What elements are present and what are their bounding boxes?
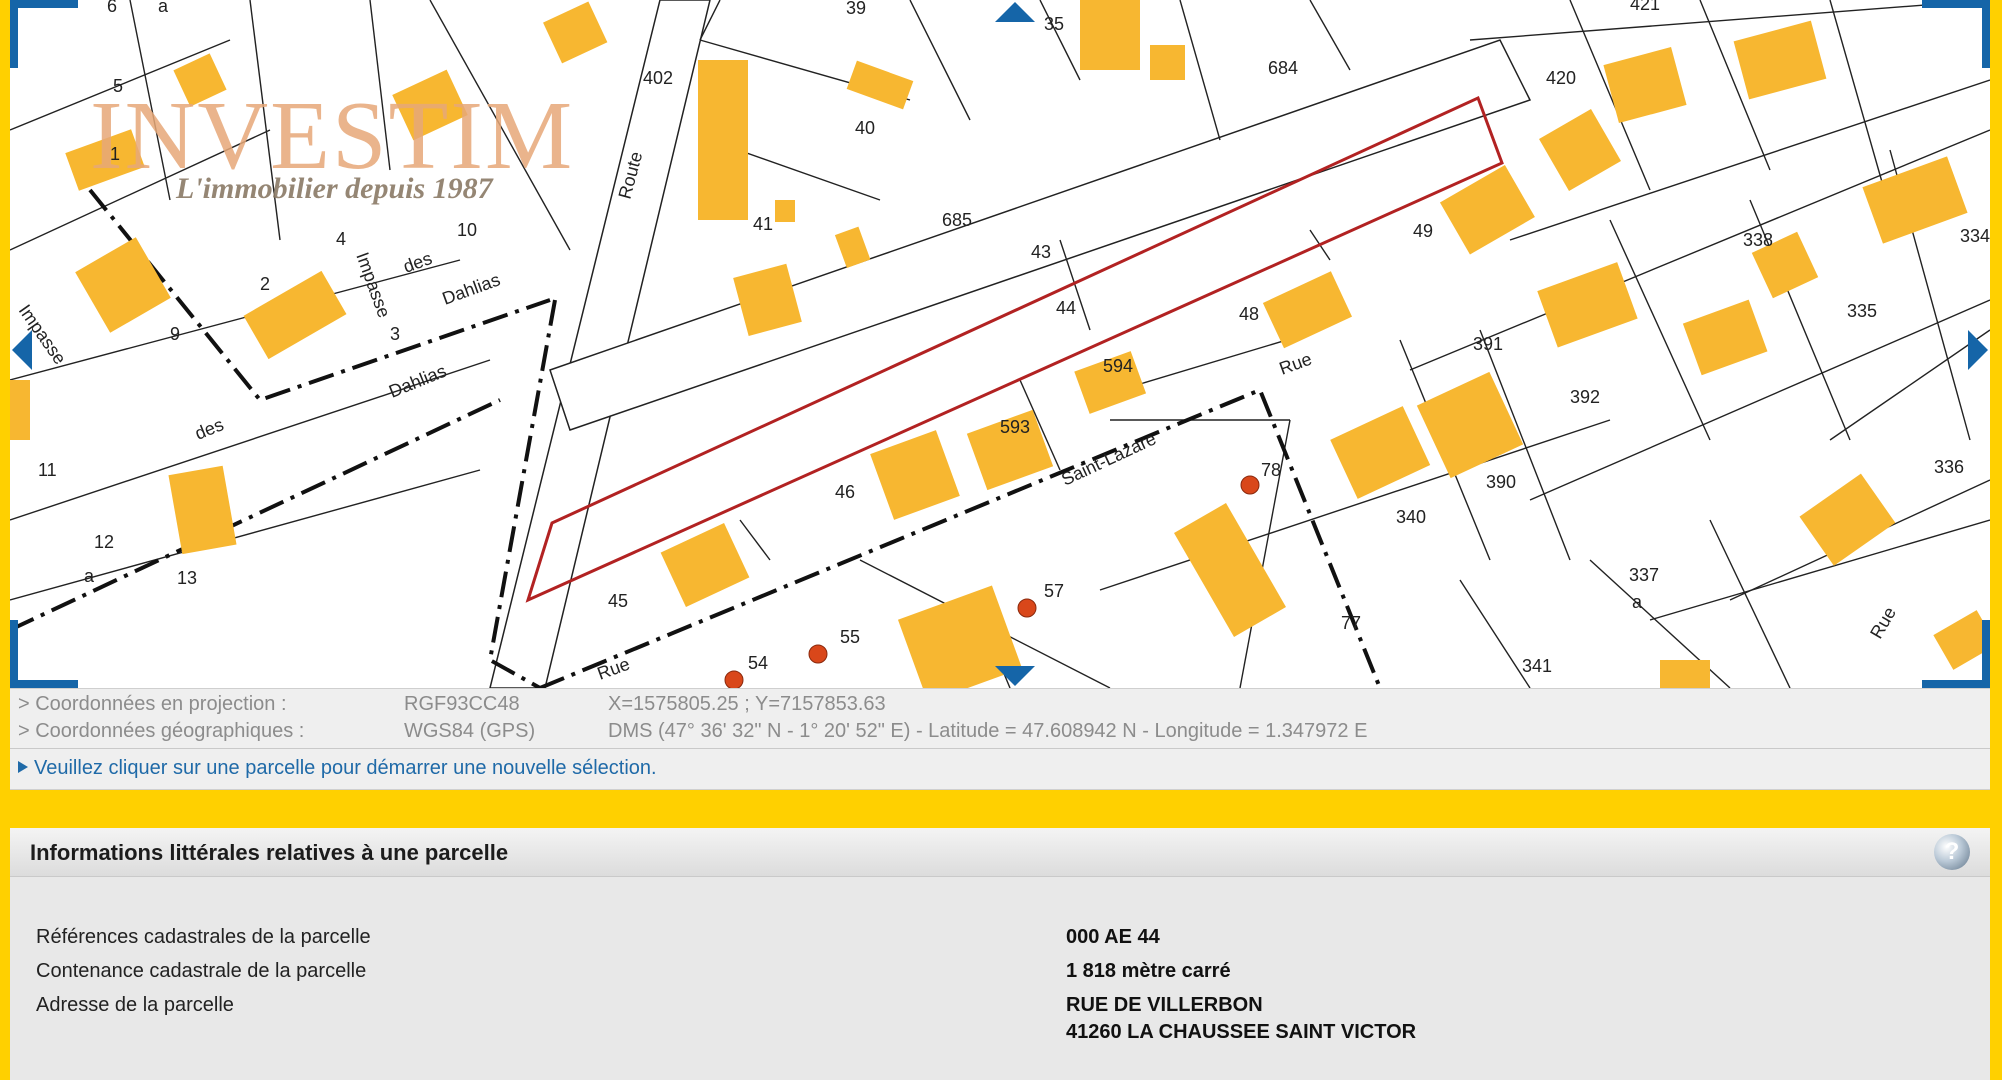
parcel-label: 44	[1056, 298, 1076, 318]
street-label: Dahlias	[386, 361, 449, 402]
parcel-label: 421	[1630, 0, 1660, 14]
geographic-label: > Coordonnées géographiques :	[18, 720, 305, 742]
parcel-label: 12	[94, 532, 114, 552]
parcel-label: 402	[643, 68, 673, 88]
road-areas	[489, 0, 1532, 688]
corner-top-left-icon	[10, 0, 78, 68]
street-label: Dahlias	[440, 269, 503, 308]
coordinates-panel: > Coordonnées en projection : RGF93CC48 …	[10, 688, 1990, 790]
parcel-label: 46	[835, 482, 855, 502]
chevron-right-icon[interactable]	[1968, 330, 1988, 370]
area-label: Contenance cadastrale de la parcelle	[36, 960, 367, 982]
parcel-label: 78	[1261, 460, 1281, 480]
street-label: Impasse	[352, 250, 394, 321]
parcel-label: 685	[942, 210, 972, 230]
logo-tagline: L'immobilier depuis 1987	[176, 172, 493, 205]
parcel-label: 45	[608, 591, 628, 611]
projection-value: X=1575805.25 ; Y=7157853.63	[608, 693, 886, 715]
street-label: des	[192, 414, 226, 443]
parcel-label: 336	[1934, 457, 1964, 477]
parcel-label: 10	[457, 220, 477, 240]
parcel-label: 593	[1000, 417, 1030, 437]
parcel-label: 391	[1473, 334, 1503, 354]
parcel-label: 6	[107, 0, 117, 16]
parcel-label: 43	[1031, 242, 1051, 262]
cadastral-map[interactable]: 6 a 5 1 39 35 421 402 684 420 40 41 685 43 10 4 2 9 3 44 49 3…	[10, 0, 1990, 688]
corner-bottom-left-icon	[10, 620, 78, 688]
parcel-label: 57	[1044, 581, 1064, 601]
parcel-label: 49	[1413, 221, 1433, 241]
street-label: Rue	[1277, 349, 1315, 379]
page-frame: 6 a 5 1 39 35 421 402 684 420 40 41 685 43 10 4 2 9 3 44 49 3…	[0, 0, 2002, 1080]
parcel-label: 341	[1522, 656, 1552, 676]
parcel-label: 335	[1847, 301, 1877, 321]
parcel-label: 3	[390, 324, 400, 344]
new-selection-link[interactable]: Veuillez cliquer sur une parcelle pour d…	[18, 757, 657, 780]
street-label: Rue	[595, 654, 633, 684]
geographic-value: DMS (47° 36' 32" N - 1° 20' 52" E) - Lat…	[608, 720, 1368, 742]
parcel-label: 337	[1629, 565, 1659, 585]
commune-boundary	[10, 188, 1382, 688]
parcel-label: a	[84, 566, 95, 586]
area-value: 1 818 mètre carré	[1066, 960, 1231, 982]
parcel-label: 392	[1570, 387, 1600, 407]
parcel-label: 77	[1341, 613, 1361, 633]
parcel-label: 35	[1044, 14, 1064, 34]
parcel-label: 40	[855, 118, 875, 138]
parcel-label: 55	[840, 627, 860, 647]
new-selection-text: Veuillez cliquer sur une parcelle pour d…	[34, 757, 657, 779]
parcel-label: 9	[170, 324, 180, 344]
help-icon[interactable]: ?	[1934, 834, 1970, 870]
corner-top-right-icon	[1922, 0, 1990, 68]
parcel-label: 594	[1103, 356, 1133, 376]
chevron-left-icon[interactable]	[12, 330, 32, 370]
parcel-label: 13	[177, 568, 197, 588]
cadastral-ref-value: 000 AE 44	[1066, 926, 1160, 948]
parcel-label: 2	[260, 274, 270, 294]
parcel-label: 4	[336, 229, 346, 249]
chevron-up-icon[interactable]	[995, 2, 1035, 22]
parcel-label: 420	[1546, 68, 1576, 88]
parcel-label: 340	[1396, 507, 1426, 527]
divider	[10, 748, 1990, 749]
corner-bottom-right-icon	[1922, 620, 1990, 688]
address-label: Adresse de la parcelle	[36, 994, 234, 1016]
geographic-system: WGS84 (GPS)	[404, 720, 536, 742]
parcel-label: 39	[846, 0, 866, 18]
logo: INVESTIM L'immobilier depuis 1987	[10, 60, 572, 220]
projection-label: > Coordonnées en projection :	[18, 693, 287, 715]
parcel-label: a	[1632, 592, 1643, 612]
address-line2: 41260 LA CHAUSSEE SAINT VICTOR	[1066, 1021, 1417, 1043]
parcel-label: 338	[1743, 230, 1773, 250]
parcel-info-panel: Informations littérales relatives à une …	[10, 828, 1990, 1080]
parcel-label: 334	[1960, 226, 1990, 246]
panel-header: Informations littérales relatives à une …	[10, 828, 1990, 877]
parcel-label: 390	[1486, 472, 1516, 492]
parcel-label: 11	[38, 460, 57, 480]
street-label: Saint-Lazare	[1058, 428, 1159, 489]
parcel-label: a	[158, 0, 169, 16]
play-icon	[18, 761, 28, 773]
parcel-label: 41	[753, 214, 773, 234]
cadastral-ref-label: Références cadastrales de la parcelle	[36, 926, 371, 948]
projection-system: RGF93CC48	[404, 693, 520, 715]
street-label: Rue	[1866, 603, 1900, 642]
parcel-label: 48	[1239, 304, 1259, 324]
street-label: des	[401, 248, 435, 277]
chevron-down-icon[interactable]	[995, 666, 1035, 686]
address-line1: RUE DE VILLERBON	[1066, 994, 1263, 1016]
parcel-label: 54	[748, 653, 768, 673]
parcel-label: 684	[1268, 58, 1298, 78]
panel-title: Informations littérales relatives à une …	[30, 840, 509, 865]
